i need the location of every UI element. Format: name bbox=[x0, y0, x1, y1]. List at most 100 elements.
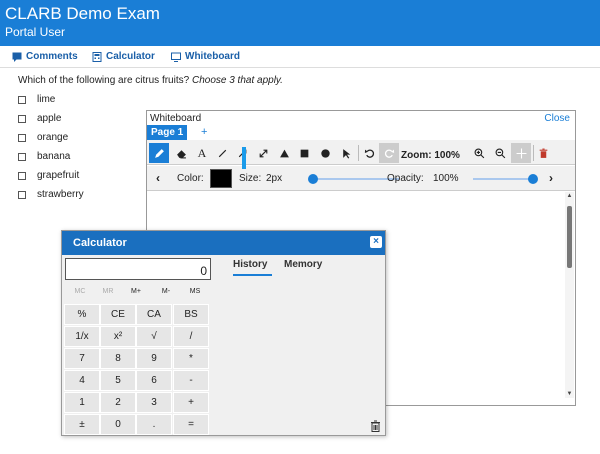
select-tool-button[interactable] bbox=[336, 143, 356, 163]
size-value: 2px bbox=[266, 173, 283, 184]
eraser-tool-button[interactable] bbox=[171, 143, 191, 163]
square-icon bbox=[300, 149, 308, 157]
redo-button[interactable] bbox=[379, 143, 399, 163]
zoom-out-button[interactable] bbox=[490, 143, 510, 163]
line-tool-button[interactable] bbox=[212, 143, 232, 163]
zoom-in-button[interactable] bbox=[469, 143, 489, 163]
double-arrow-icon bbox=[259, 149, 267, 157]
scroll-up-icon[interactable]: ▲ bbox=[565, 193, 574, 199]
option-lime[interactable]: lime bbox=[18, 90, 84, 109]
checkbox[interactable] bbox=[18, 95, 26, 104]
plus-minus-key[interactable]: ± bbox=[64, 414, 100, 435]
percent-key[interactable]: % bbox=[64, 304, 100, 325]
option-banana[interactable]: banana bbox=[18, 147, 84, 166]
opacity-value: 100% bbox=[433, 173, 459, 184]
whiteboard-vertical-scrollbar[interactable]: ▲ ▼ bbox=[565, 192, 574, 398]
key-0[interactable]: 0 bbox=[100, 414, 136, 435]
text-tool-button[interactable]: A bbox=[192, 143, 212, 163]
multiply-key[interactable]: * bbox=[173, 348, 209, 369]
option-orange[interactable]: orange bbox=[18, 128, 84, 147]
key-5[interactable]: 5 bbox=[100, 370, 136, 391]
circle-tool-button[interactable] bbox=[315, 143, 335, 163]
pencil-icon bbox=[154, 148, 164, 158]
checkbox[interactable] bbox=[18, 133, 26, 142]
tab-page-1[interactable]: Page 1 bbox=[147, 125, 188, 140]
option-label: orange bbox=[37, 132, 69, 143]
option-label: strawberry bbox=[37, 189, 84, 200]
pan-button[interactable] bbox=[511, 143, 531, 163]
key-1[interactable]: 1 bbox=[64, 392, 100, 413]
exam-toolbar: Comments Calculator Whiteboard bbox=[0, 46, 600, 68]
reciprocal-key[interactable]: 1/x bbox=[64, 326, 100, 347]
rectangle-tool-button[interactable] bbox=[294, 143, 314, 163]
text-tool-icon: A bbox=[197, 145, 207, 160]
add-key[interactable]: + bbox=[173, 392, 209, 413]
double-arrow-tool-button[interactable] bbox=[253, 143, 273, 163]
triangle-tool-button[interactable] bbox=[274, 143, 294, 163]
square-key[interactable]: x² bbox=[100, 326, 136, 347]
key-8[interactable]: 8 bbox=[100, 348, 136, 369]
scroll-down-icon[interactable]: ▼ bbox=[565, 391, 574, 397]
opacity-slider[interactable] bbox=[473, 178, 533, 180]
add-page-button[interactable]: + bbox=[201, 126, 207, 138]
decimal-key[interactable]: . bbox=[136, 414, 172, 435]
tab-history[interactable]: History bbox=[233, 259, 272, 276]
question-prompt: Which of the following are citrus fruits… bbox=[18, 75, 190, 86]
option-strawberry[interactable]: strawberry bbox=[18, 185, 84, 204]
redo-icon bbox=[384, 148, 394, 158]
option-label: lime bbox=[37, 94, 56, 105]
history-label: History bbox=[233, 259, 268, 270]
canvas-blue-mark bbox=[242, 147, 246, 169]
scrollbar-thumb[interactable] bbox=[567, 206, 572, 268]
clear-whiteboard-button[interactable] bbox=[533, 143, 553, 163]
trash-icon[interactable] bbox=[370, 420, 381, 432]
subtract-key[interactable]: - bbox=[173, 370, 209, 391]
chevron-left-icon[interactable]: ‹ bbox=[156, 171, 160, 185]
equals-key[interactable]: = bbox=[173, 414, 209, 435]
zoom-out-icon bbox=[495, 148, 505, 158]
calculator-header[interactable]: Calculator × bbox=[62, 231, 385, 255]
ca-key[interactable]: CA bbox=[136, 304, 172, 325]
whiteboard-close-link[interactable]: Close bbox=[544, 113, 570, 124]
ms-button[interactable]: MS bbox=[177, 288, 213, 295]
chevron-right-icon[interactable]: › bbox=[549, 171, 553, 185]
app-header: CLARB Demo Exam Portal User bbox=[0, 0, 600, 46]
tab-memory[interactable]: Memory bbox=[284, 259, 322, 270]
color-picker[interactable] bbox=[210, 169, 232, 188]
key-9[interactable]: 9 bbox=[136, 348, 172, 369]
checkbox[interactable] bbox=[18, 114, 26, 123]
opacity-slider-thumb[interactable] bbox=[528, 174, 538, 184]
size-label: Size: bbox=[239, 173, 262, 184]
whiteboard-button[interactable]: Whiteboard bbox=[171, 51, 240, 62]
triangle-icon bbox=[279, 149, 289, 157]
option-grapefruit[interactable]: grapefruit bbox=[18, 166, 84, 185]
backspace-key[interactable]: BS bbox=[173, 304, 209, 325]
checkbox[interactable] bbox=[18, 190, 26, 199]
key-3[interactable]: 3 bbox=[136, 392, 172, 413]
checkbox[interactable] bbox=[18, 152, 26, 161]
active-tab-indicator bbox=[233, 274, 272, 276]
comments-button[interactable]: Comments bbox=[12, 51, 78, 62]
calculator-label: Calculator bbox=[106, 51, 155, 62]
key-6[interactable]: 6 bbox=[136, 370, 172, 391]
pen-tool-button[interactable] bbox=[149, 143, 169, 163]
key-7[interactable]: 7 bbox=[64, 348, 100, 369]
whiteboard-toolbar: A Zoom: 100% bbox=[147, 140, 575, 165]
sqrt-key[interactable]: √ bbox=[136, 326, 172, 347]
app-title: CLARB Demo Exam bbox=[5, 4, 160, 23]
option-apple[interactable]: apple bbox=[18, 109, 84, 128]
ce-key[interactable]: CE bbox=[100, 304, 136, 325]
key-2[interactable]: 2 bbox=[100, 392, 136, 413]
calculator-close-button[interactable]: × bbox=[370, 236, 382, 248]
checkbox[interactable] bbox=[18, 171, 26, 180]
divide-key[interactable]: / bbox=[173, 326, 209, 347]
size-slider-thumb[interactable] bbox=[308, 174, 318, 184]
undo-button[interactable] bbox=[359, 143, 379, 163]
whiteboard-page-tabs: Page 1 + bbox=[147, 125, 575, 140]
calculator-icon bbox=[92, 51, 102, 62]
calculator-button[interactable]: Calculator bbox=[92, 51, 155, 62]
whiteboard-title: Whiteboard bbox=[150, 113, 202, 124]
whiteboard-properties: ‹ Color: Size: 2px Opacity: 100% › bbox=[147, 166, 575, 191]
key-4[interactable]: 4 bbox=[64, 370, 100, 391]
undo-icon bbox=[364, 148, 374, 158]
